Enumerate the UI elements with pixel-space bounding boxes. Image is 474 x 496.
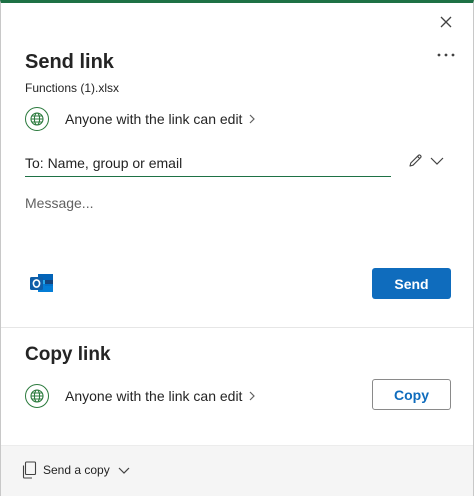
close-icon [440,16,452,28]
copy-document-icon [22,461,37,479]
pencil-icon [409,154,422,167]
copy-link-permission[interactable]: Anyone with the link can edit [25,383,256,409]
globe-icon [25,107,49,131]
section-divider [1,327,473,328]
dialog-footer: Send a copy [1,445,473,496]
send-link-permission[interactable]: Anyone with the link can edit [25,106,256,132]
dialog-title: Send link [25,51,114,73]
outlook-icon [30,274,53,292]
message-input[interactable] [25,195,445,235]
chevron-right-icon [248,114,256,124]
file-name: Functions (1).xlsx [25,81,120,95]
send-a-copy-button[interactable]: Send a copy [21,460,130,480]
chevron-down-icon [430,157,444,165]
copy-button[interactable]: Copy [372,379,451,410]
send-a-copy-label: Send a copy [43,463,110,477]
close-button[interactable] [435,11,457,33]
edit-permission-button[interactable] [405,151,425,171]
recipient-dropdown-button[interactable] [429,153,445,169]
outlook-button[interactable] [29,271,55,295]
chevron-down-icon [118,467,130,474]
more-options-icon [437,53,455,57]
globe-icon [25,384,49,408]
share-dialog: Send link Functions (1).xlsx Anyone with… [0,0,474,496]
more-options-button[interactable] [433,45,459,65]
permission-label: Anyone with the link can edit [65,111,243,127]
chevron-right-icon [248,391,256,401]
copy-link-title: Copy link [25,344,111,365]
recipient-input[interactable] [25,149,391,177]
send-button[interactable]: Send [372,268,451,299]
permission-label: Anyone with the link can edit [65,388,243,404]
